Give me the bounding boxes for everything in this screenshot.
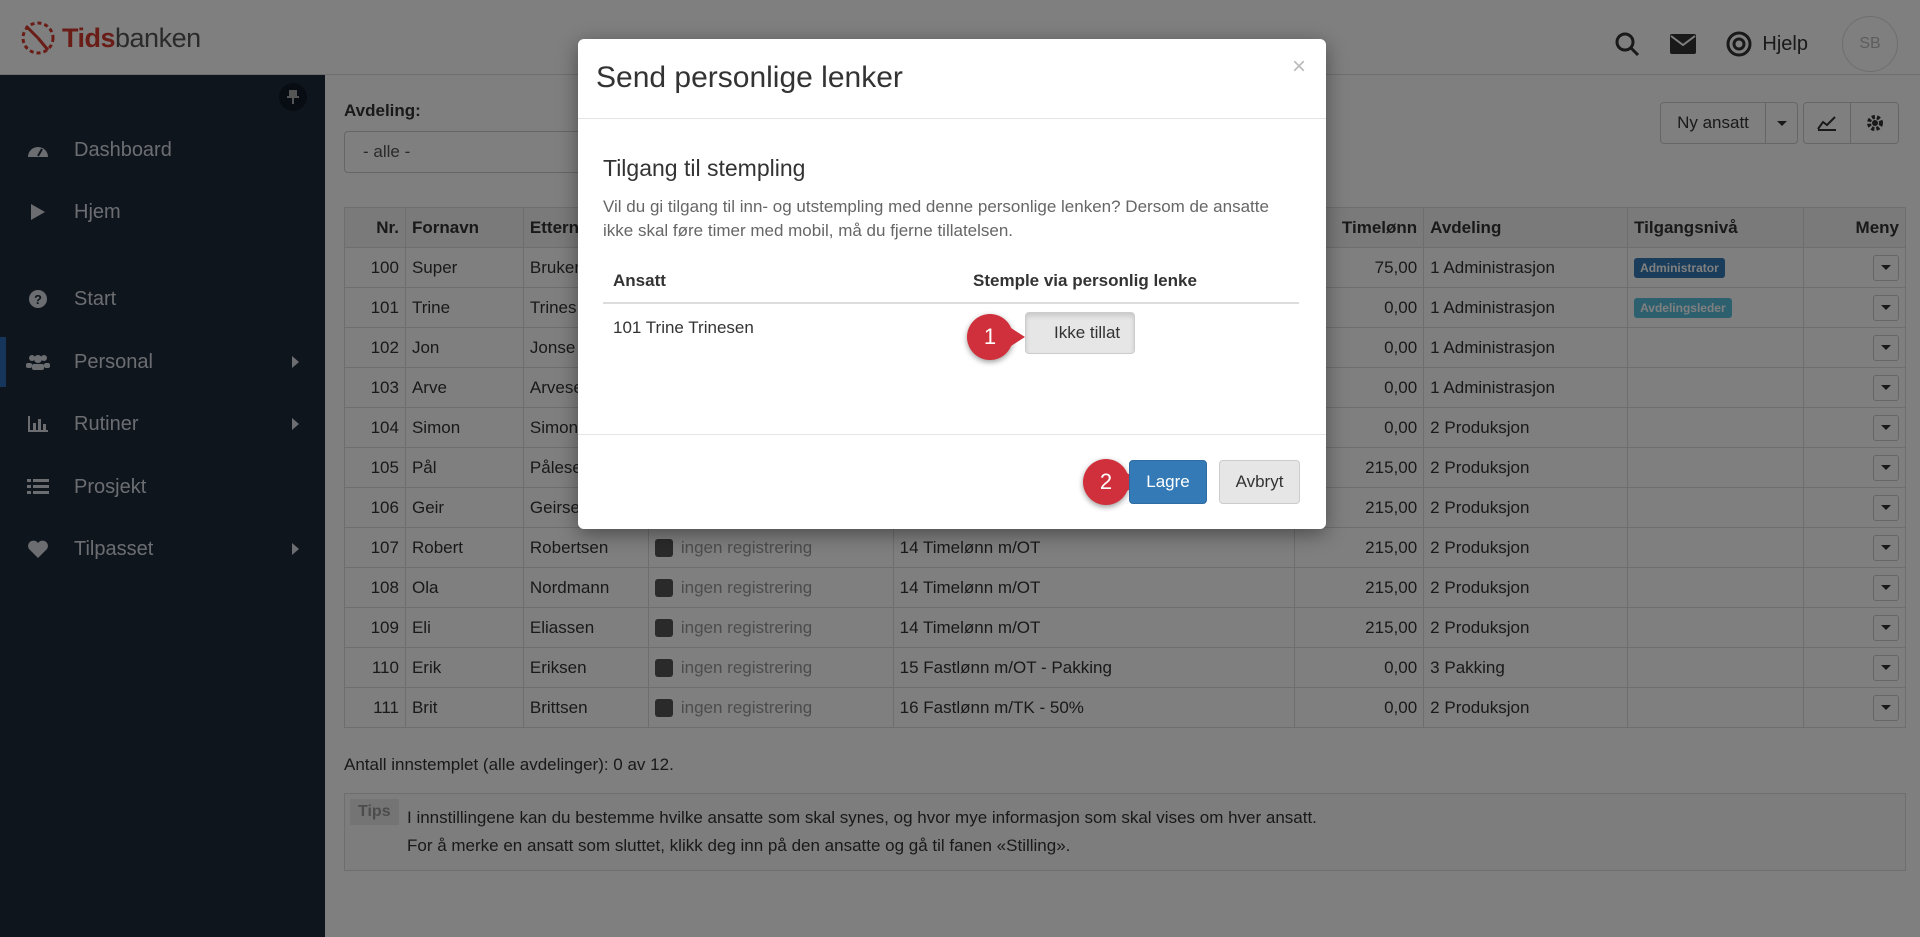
step-marker-1: 1 (967, 314, 1025, 360)
close-icon[interactable]: × (1292, 53, 1306, 81)
modal-subtitle: Tilgang til stempling (603, 155, 806, 181)
stamp-permission-toggle[interactable]: Ikke tillat (1025, 312, 1136, 354)
column-header: Ansatt (603, 259, 963, 304)
modal-description: Vil du gi tilgang til inn- og utstemplin… (603, 197, 1269, 240)
cancel-button[interactable]: Avbryt (1219, 460, 1300, 504)
step-marker-2: 2 (1083, 459, 1141, 505)
modal-footer: 2 Lagre Avbryt (578, 434, 1326, 529)
column-header: Stemple via personlig lenke (963, 259, 1299, 304)
link-permission-table: Ansatt Stemple via personlig lenke 101 T… (603, 259, 1299, 362)
employee-name: 101 Trine Trinesen (613, 318, 754, 337)
modal-title: Send personlige lenker (596, 61, 903, 94)
save-button[interactable]: Lagre (1129, 460, 1207, 504)
table-row: 101 Trine Trinesen 1 Ikke tillat (603, 303, 1299, 362)
send-links-modal: Send personlige lenker × Tilgang til ste… (578, 39, 1326, 529)
